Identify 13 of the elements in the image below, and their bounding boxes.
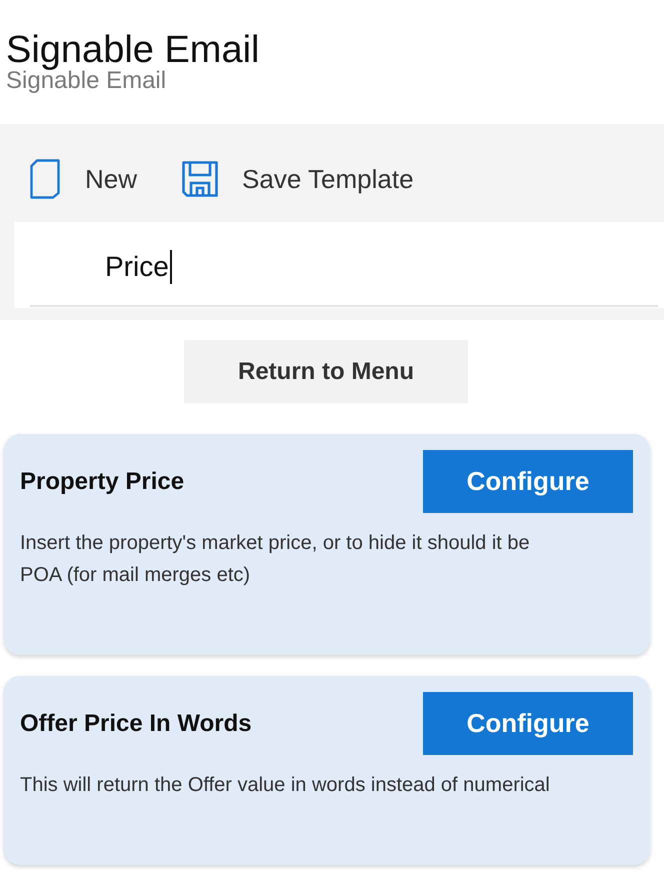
return-to-menu-button[interactable]: Return to Menu bbox=[184, 340, 468, 403]
card-description: Insert the property's market price, or to hide it should it be POA (for mail merges etc) bbox=[20, 531, 531, 588]
new-button[interactable]: New bbox=[30, 159, 138, 199]
card-title: Property Price bbox=[20, 468, 184, 496]
configure-button[interactable]: Configure bbox=[423, 692, 633, 755]
page-title: Signable Email bbox=[6, 28, 260, 71]
document-icon bbox=[30, 159, 60, 199]
card-description: This will return the Offer value in words instead of numerical bbox=[20, 773, 551, 798]
save-template-button[interactable]: Save Template bbox=[181, 161, 414, 197]
card-title: Offer Price In Words bbox=[20, 710, 252, 738]
save-icon bbox=[182, 161, 218, 197]
configure-button[interactable]: Configure bbox=[423, 450, 633, 513]
search-field[interactable]: Price bbox=[14, 222, 664, 308]
